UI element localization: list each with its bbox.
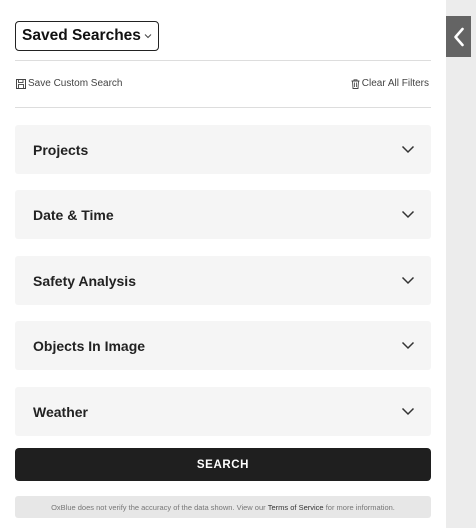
- filter-section-title: Date & Time: [33, 206, 114, 223]
- trash-icon: [351, 78, 360, 89]
- filter-section-title: Safety Analysis: [33, 272, 136, 289]
- collapse-panel-button[interactable]: [446, 16, 471, 57]
- save-custom-search-link[interactable]: Save Custom Search: [16, 78, 123, 89]
- filter-section-title: Weather: [33, 403, 88, 420]
- chevron-down-icon: [401, 341, 415, 350]
- disclaimer-suffix: for more information.: [325, 502, 395, 512]
- filter-section-objects-in-image[interactable]: Objects In Image: [15, 321, 431, 370]
- chevron-down-icon: [401, 276, 415, 285]
- clear-all-filters-label: Clear All Filters: [361, 78, 429, 89]
- clear-all-filters-link[interactable]: Clear All Filters: [351, 78, 429, 89]
- saved-searches-label: Saved Searches: [22, 27, 141, 44]
- disclaimer-text: OxBlue does not verify the accuracy of t…: [51, 502, 266, 512]
- filter-section-title: Projects: [33, 141, 89, 158]
- search-button[interactable]: SEARCH: [15, 448, 431, 481]
- filter-section-projects[interactable]: Projects: [15, 125, 431, 174]
- terms-of-service-link[interactable]: Terms of Service: [268, 503, 324, 512]
- filter-section-date-time[interactable]: Date & Time: [15, 190, 431, 239]
- saved-searches-dropdown[interactable]: Saved Searches: [15, 21, 159, 51]
- chevron-down-icon: [401, 145, 415, 154]
- chevron-left-icon: [453, 27, 464, 46]
- divider: [15, 60, 431, 61]
- chevron-down-icon: [401, 407, 415, 416]
- filter-section-title: Objects In Image: [33, 337, 146, 354]
- chevron-down-icon: [401, 210, 415, 219]
- divider: [15, 107, 431, 108]
- panel-edge-rail: [446, 0, 476, 528]
- filter-section-safety-analysis[interactable]: Safety Analysis: [15, 256, 431, 305]
- chevron-down-icon: [144, 34, 152, 39]
- save-custom-search-label: Save Custom Search: [28, 78, 123, 89]
- floppy-disk-icon: [16, 78, 26, 89]
- filter-section-weather[interactable]: Weather: [15, 387, 431, 436]
- disclaimer-bar: OxBlue does not verify the accuracy of t…: [15, 496, 431, 518]
- search-filter-panel: Saved Searches Save Custom Search Clear …: [0, 0, 446, 528]
